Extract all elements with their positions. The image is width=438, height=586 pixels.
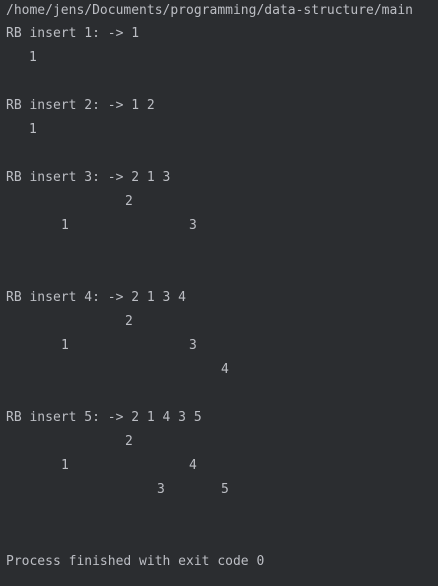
insert-line-4: RB insert 4: -> 2 1 3 4 <box>6 290 187 305</box>
tree-node: 4 <box>189 458 197 473</box>
tree-node: 3 <box>189 218 197 233</box>
tree-node: 1 <box>29 122 37 137</box>
insert-line-2: RB insert 2: -> 1 2 <box>6 98 155 113</box>
tree-node: 3 <box>157 482 165 497</box>
tree-node: 2 <box>125 434 133 449</box>
tree-node: 4 <box>221 362 229 377</box>
tree-node: 2 <box>125 314 133 329</box>
process-exit-message: Process finished with exit code 0 <box>6 554 265 569</box>
insert-line-5: RB insert 5: -> 2 1 4 3 5 <box>6 410 202 425</box>
tree-node: 1 <box>61 458 69 473</box>
insert-line-1: RB insert 1: -> 1 <box>6 26 140 41</box>
tree-node: 1 <box>61 218 69 233</box>
tree-node: 1 <box>61 338 69 353</box>
run-console-output[interactable]: /home/jens/Documents/programming/data-st… <box>0 0 438 586</box>
tree-node: 2 <box>125 194 133 209</box>
insert-line-3: RB insert 3: -> 2 1 3 <box>6 170 171 185</box>
tree-node: 3 <box>189 338 197 353</box>
executable-path: /home/jens/Documents/programming/data-st… <box>6 3 413 18</box>
tree-node: 1 <box>29 50 37 65</box>
tree-node: 5 <box>221 482 229 497</box>
